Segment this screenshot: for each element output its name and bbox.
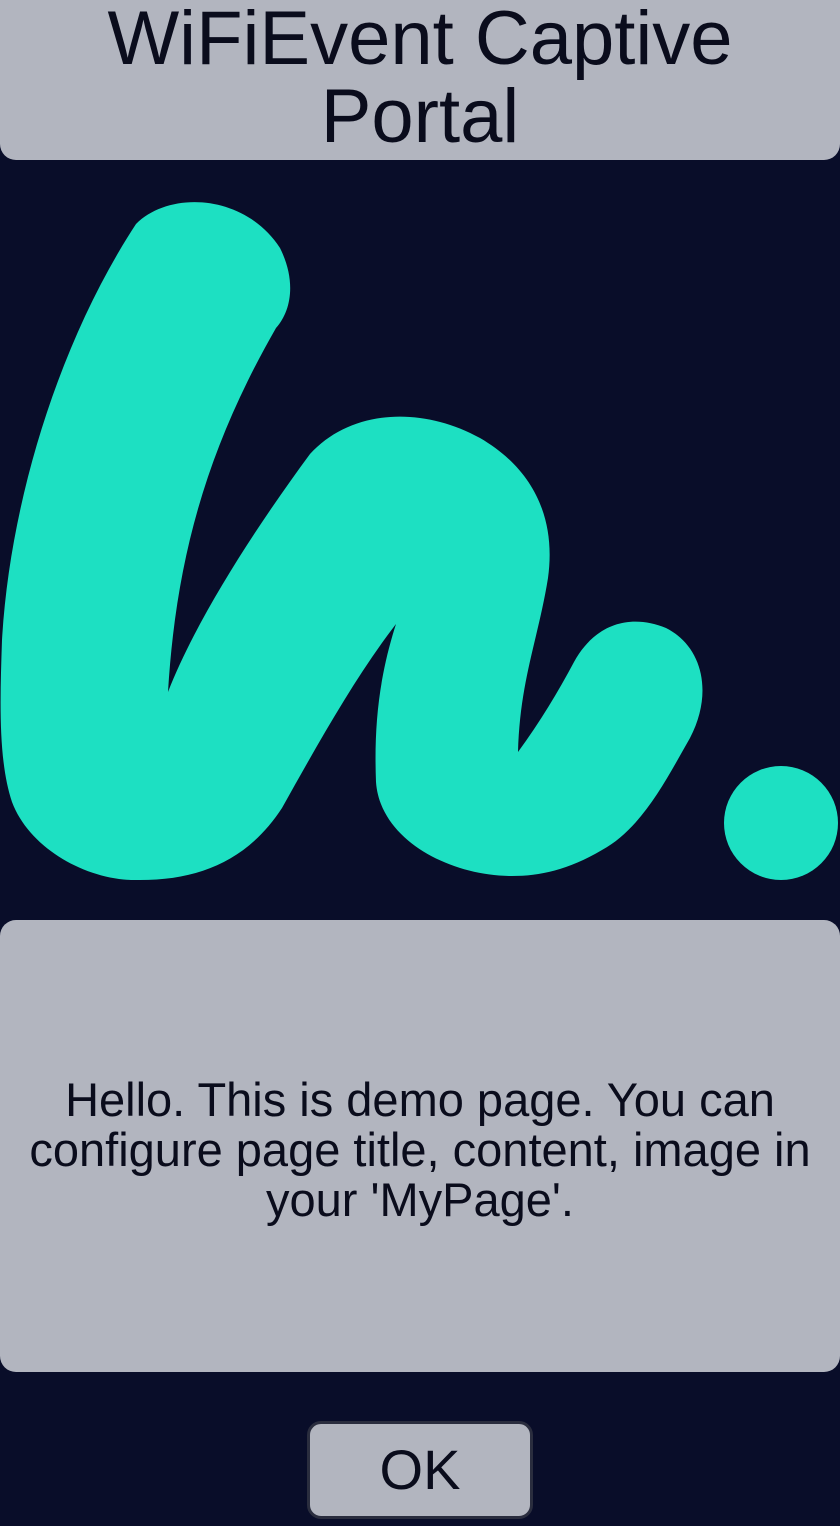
content-message: Hello. This is demo page. You can config… — [29, 1073, 811, 1226]
ok-button[interactable]: OK — [307, 1421, 533, 1519]
brand-logo-icon — [0, 202, 838, 880]
content-card: Hello. This is demo page. You can config… — [0, 920, 840, 1372]
title-card: WiFiEvent Captive Portal — [0, 0, 840, 160]
logo-image — [0, 200, 840, 880]
logo-shape — [0, 202, 838, 880]
page-title: WiFiEvent Captive Portal — [107, 0, 733, 159]
logo-dot — [724, 766, 838, 880]
